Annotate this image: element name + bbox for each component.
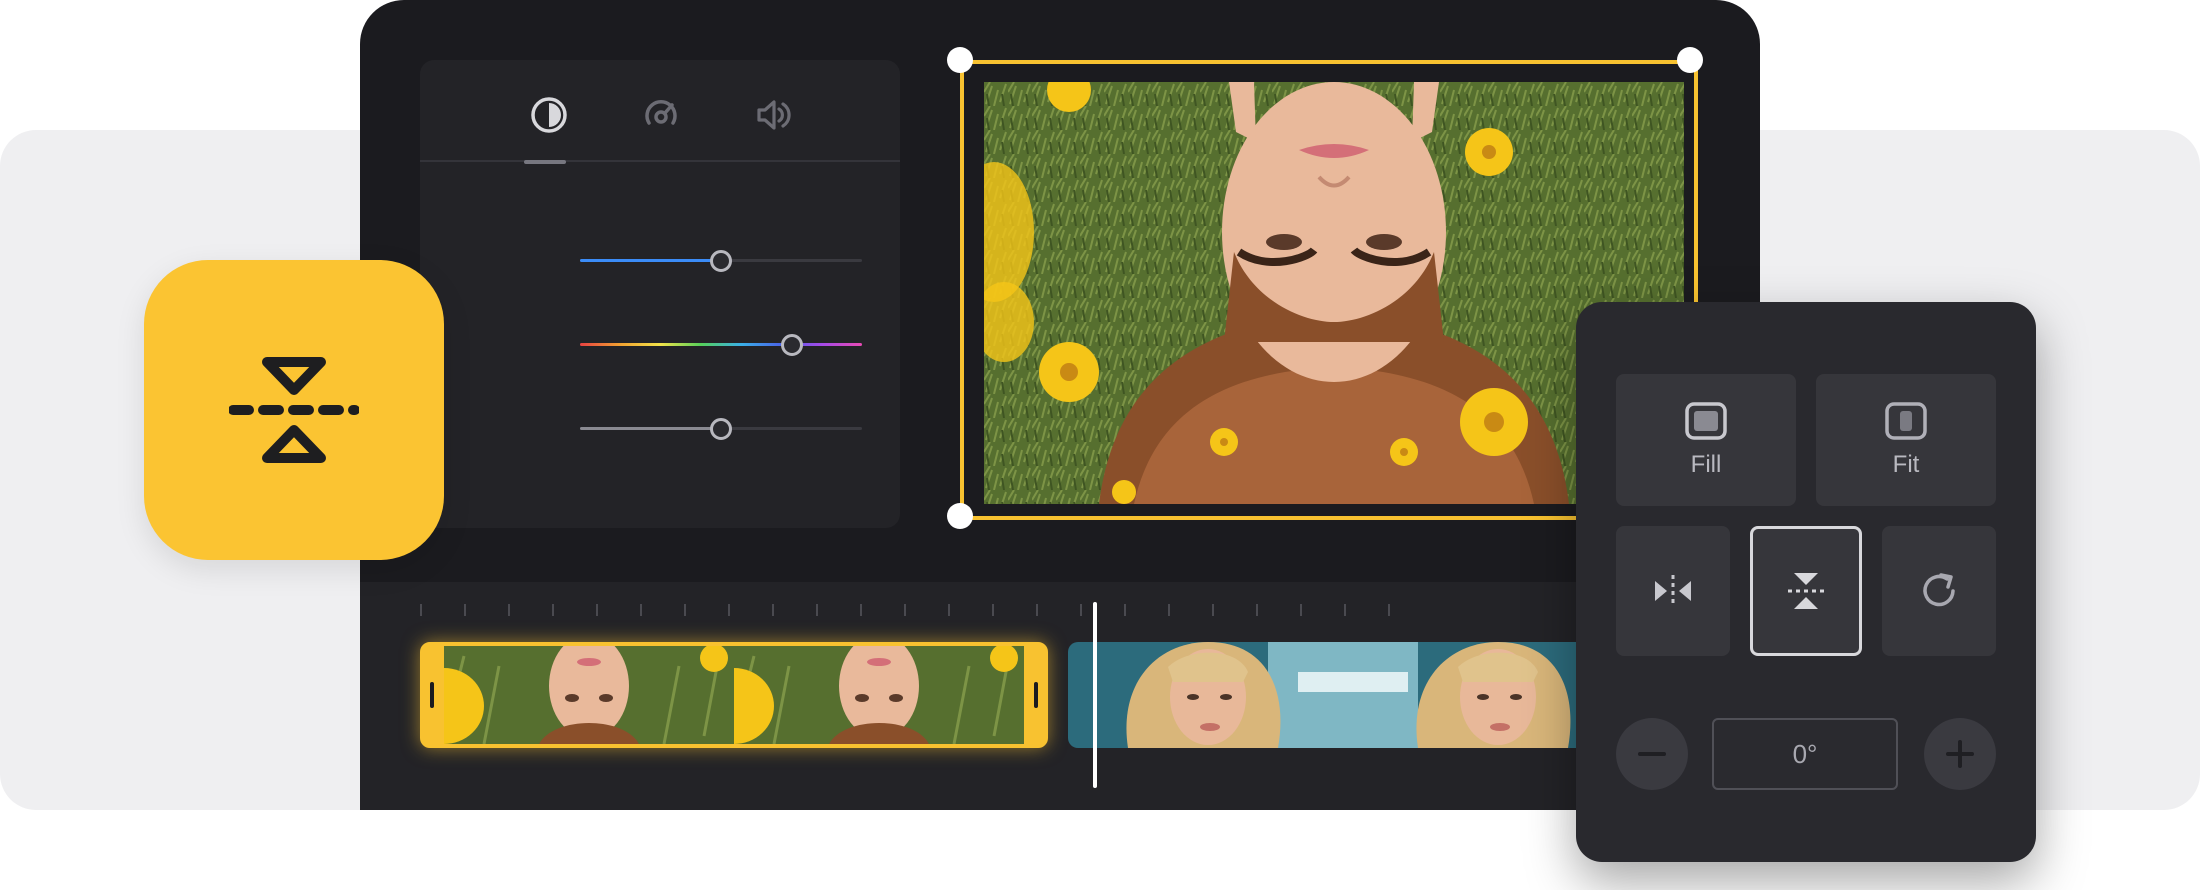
- crop-handle-bottom-left[interactable]: [947, 503, 973, 529]
- ruler-tick: [640, 604, 642, 616]
- flip-horizontal-icon: [1655, 575, 1691, 607]
- slider-knob[interactable]: [710, 418, 732, 440]
- flip-horizontal-button[interactable]: [1616, 526, 1730, 656]
- slider-knob[interactable]: [710, 250, 732, 272]
- slider-fill: [580, 427, 721, 430]
- ruler-tick: [992, 604, 994, 616]
- ruler-tick: [684, 604, 686, 616]
- angle-input[interactable]: 0°: [1712, 718, 1898, 790]
- slider-fill: [580, 259, 721, 262]
- rotate-icon: [1923, 573, 1955, 607]
- adjust-tabs: [420, 60, 900, 164]
- rotate-button[interactable]: [1882, 526, 1996, 656]
- ruler-tick: [464, 604, 466, 616]
- ruler-tick: [948, 604, 950, 616]
- transform-panel: Fill Fit 0°: [1576, 302, 2036, 862]
- blue-slider[interactable]: [580, 246, 862, 276]
- timeline-clip-selected[interactable]: [420, 642, 1048, 748]
- slider-knob[interactable]: [780, 334, 803, 356]
- timeline-ruler[interactable]: [420, 602, 1420, 622]
- ruler-tick: [816, 604, 818, 616]
- timeline: [360, 582, 1760, 810]
- clip-thumbnail: [1068, 642, 1358, 748]
- ruler-tick: [552, 604, 554, 616]
- minus-icon: [1638, 752, 1666, 756]
- increase-angle-button[interactable]: [1924, 718, 1996, 790]
- ruler-tick: [420, 604, 422, 616]
- flip-vertical-button[interactable]: [1750, 526, 1862, 656]
- fit-icon: [1885, 402, 1927, 440]
- crop-handle-top-left[interactable]: [947, 47, 973, 73]
- speed-icon: [645, 100, 677, 125]
- ruler-tick: [904, 604, 906, 616]
- ruler-tick: [1124, 604, 1126, 616]
- flip-vertical-icon: [229, 357, 359, 463]
- timeline-playhead[interactable]: [1093, 602, 1097, 788]
- ruler-tick: [1212, 604, 1214, 616]
- ruler-tick: [1388, 604, 1390, 616]
- clip-thumbnail: [444, 646, 734, 744]
- crop-handle-top-right[interactable]: [1677, 47, 1703, 73]
- fill-button[interactable]: Fill: [1616, 374, 1796, 506]
- volume-icon: [757, 100, 791, 130]
- clip-thumbnails: [444, 646, 1024, 744]
- ruler-tick: [1300, 604, 1302, 616]
- slider-track: [580, 343, 862, 346]
- ruler-tick: [728, 604, 730, 616]
- ruler-tick: [860, 604, 862, 616]
- ruler-tick: [1168, 604, 1170, 616]
- ruler-tick: [1344, 604, 1346, 616]
- flip-vertical-icon: [1788, 573, 1824, 609]
- fit-button[interactable]: Fit: [1816, 374, 1996, 506]
- gray-slider[interactable]: [580, 414, 862, 444]
- tab-volume[interactable]: [748, 90, 798, 140]
- plus-icon: [1946, 740, 1974, 768]
- tab-indicator: [524, 160, 566, 164]
- contrast-icon: [531, 97, 567, 133]
- adjust-panel: [420, 60, 900, 528]
- ruler-tick: [1036, 604, 1038, 616]
- fill-icon: [1685, 402, 1727, 440]
- ruler-tick: [1080, 604, 1082, 616]
- ruler-tick: [1256, 604, 1258, 616]
- clip-trim-handle-left[interactable]: [430, 682, 434, 708]
- fit-label: Fit: [1892, 451, 1920, 478]
- hue-slider[interactable]: [580, 330, 862, 360]
- decrease-angle-button[interactable]: [1616, 718, 1688, 790]
- fill-label: Fill: [1690, 451, 1722, 478]
- clip-trim-handle-right[interactable]: [1034, 682, 1038, 708]
- ruler-tick: [772, 604, 774, 616]
- ruler-tick: [596, 604, 598, 616]
- tab-contrast[interactable]: [524, 90, 574, 140]
- tab-speed[interactable]: [636, 90, 686, 140]
- app-icon: [144, 260, 444, 560]
- editor-window: [360, 0, 1760, 810]
- ruler-tick: [508, 604, 510, 616]
- clip-thumbnail: [734, 646, 1024, 744]
